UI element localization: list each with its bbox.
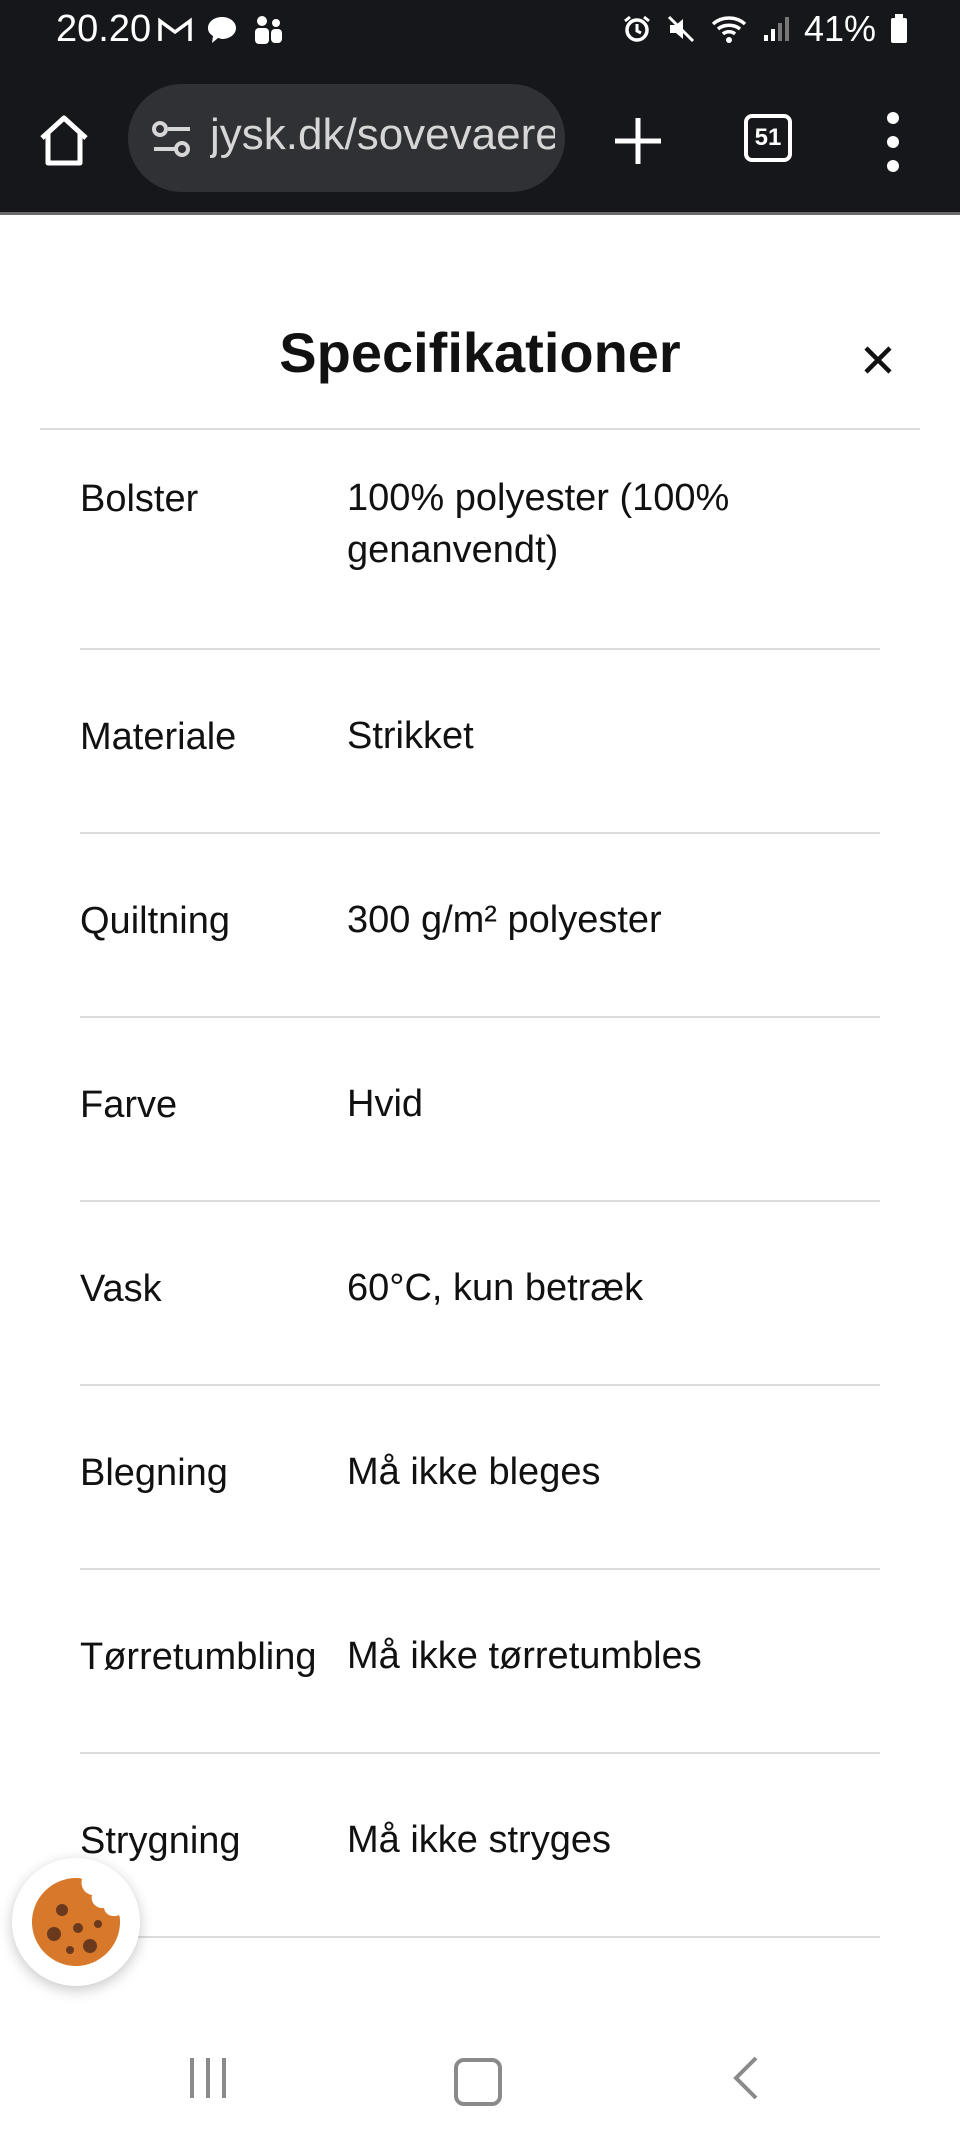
- spec-row-farve: Farve Hvid: [80, 1018, 880, 1202]
- wifi-icon: [711, 16, 747, 43]
- spec-row-quiltning: Quiltning 300 g/m² polyester: [80, 834, 880, 1018]
- spec-label: Farve: [80, 1084, 178, 1126]
- close-icon[interactable]: [858, 340, 898, 380]
- spec-value: Strikket: [347, 715, 474, 757]
- spec-list: Bolster 100% polyester (100% genanvendt)…: [80, 430, 880, 1938]
- status-time: 20.20: [56, 8, 152, 50]
- system-navigation-bar: [0, 2006, 960, 2140]
- spec-row-torretumbling: Tørretumbling Må ikke tørretumbles: [80, 1570, 880, 1754]
- tab-switcher-button[interactable]: 51: [744, 114, 792, 162]
- url-text[interactable]: jysk.dk/sovevaerelse: [210, 110, 555, 160]
- spec-label: Tørretumbling: [80, 1636, 317, 1678]
- spec-value: Må ikke bleges: [347, 1451, 601, 1493]
- spec-label: Strygning: [80, 1820, 241, 1862]
- signal-icon: [763, 17, 789, 41]
- gmail-icon: [158, 17, 192, 41]
- battery-icon: [891, 14, 907, 43]
- spec-row-vask: Vask 60°C, kun betræk: [80, 1202, 880, 1386]
- spec-value: 300 g/m² polyester: [347, 899, 662, 941]
- spec-value: 100% polyester (100% genanvendt): [347, 477, 730, 571]
- chat-bubble-icon: [208, 17, 236, 43]
- address-bar[interactable]: jysk.dk/sovevaerelse: [128, 84, 565, 192]
- modal-header: Specifikationer: [40, 312, 920, 430]
- spec-value: Hvid: [347, 1083, 424, 1125]
- cookie-consent-button[interactable]: [12, 1858, 140, 1986]
- battery-percent: 41%: [803, 8, 876, 49]
- teams-icon: [255, 16, 282, 44]
- tab-count: 51: [754, 124, 782, 151]
- home-icon[interactable]: [34, 110, 94, 170]
- home-nav-icon[interactable]: [454, 2058, 502, 2106]
- spec-value: Må ikke tørretumbles: [347, 1635, 702, 1677]
- spec-row-blegning: Blegning Må ikke bleges: [80, 1386, 880, 1570]
- cookie-icon: [32, 1878, 120, 1966]
- back-icon[interactable]: [730, 2054, 760, 2102]
- notification-icons: [158, 14, 284, 46]
- spec-row-materiale: Materiale Strikket: [80, 650, 880, 834]
- recents-icon[interactable]: [186, 2056, 230, 2100]
- new-tab-icon[interactable]: [607, 110, 669, 172]
- spec-label: Materiale: [80, 716, 237, 758]
- spec-label: Bolster: [80, 478, 199, 520]
- mute-icon: [667, 15, 694, 43]
- spec-row-strygning: Strygning Må ikke stryges: [80, 1754, 880, 1938]
- system-icons: 41%: [622, 8, 908, 50]
- spec-label: Quiltning: [80, 900, 230, 942]
- status-bar: 20.20 41%: [0, 0, 960, 66]
- modal-title: Specifikationer: [279, 321, 681, 384]
- spec-label: Blegning: [80, 1452, 228, 1494]
- site-settings-icon[interactable]: [150, 117, 194, 161]
- spec-label: Vask: [80, 1268, 162, 1310]
- browser-toolbar: jysk.dk/sovevaerelse 51: [0, 66, 960, 215]
- spec-value: Må ikke stryges: [347, 1819, 611, 1861]
- spec-row-bolster: Bolster 100% polyester (100% genanvendt): [80, 430, 880, 650]
- alarm-icon: [624, 15, 650, 42]
- more-options-icon[interactable]: [878, 110, 908, 174]
- spec-value: 60°C, kun betræk: [347, 1267, 644, 1309]
